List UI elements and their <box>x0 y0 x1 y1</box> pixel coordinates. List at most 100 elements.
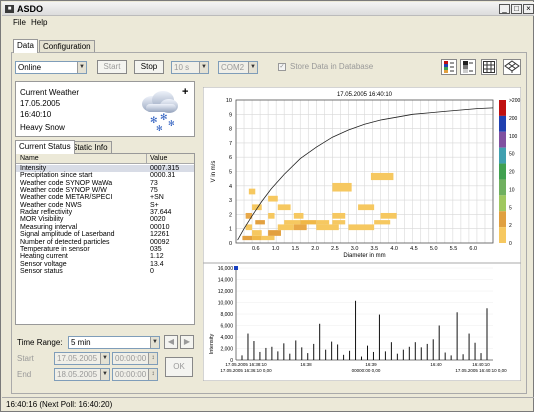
end-time-spinner[interactable]: 00:00:00 ↕ <box>112 368 158 381</box>
table-row[interactable]: Weather code SYNOP WaWa 73 <box>16 180 194 187</box>
colorbar-swatch <box>499 179 506 196</box>
port-select[interactable]: COM2 ▼ <box>218 61 258 74</box>
colorbar-swatch <box>499 115 506 132</box>
end-date-picker[interactable]: 18.05.2005 ▼ <box>54 368 110 381</box>
tab-data[interactable]: Data <box>13 39 38 53</box>
y-tick-label: 0 <box>229 241 232 247</box>
svg-text:✻: ✻ <box>168 119 175 128</box>
title-bar: ■ ASDO _ □ × <box>2 2 534 16</box>
status-row-name: Number of detected particles <box>20 238 110 246</box>
status-row-value: 0000.31 <box>150 172 176 180</box>
table-row[interactable]: MOR Visibility 0020 <box>16 216 194 223</box>
heatmap-cell <box>261 235 275 241</box>
column-header-value[interactable]: Value <box>150 155 167 162</box>
next-range-button[interactable]: ▶ <box>180 335 194 349</box>
interval-select[interactable]: 10 s ▼ <box>171 61 209 74</box>
column-divider[interactable] <box>146 154 147 164</box>
table-row[interactable]: Weather code NWS S+ <box>16 202 194 209</box>
status-row-value: +SN <box>150 194 164 202</box>
time-range-select[interactable]: 5 min ▼ <box>68 336 160 349</box>
heatmap-cell <box>374 220 391 225</box>
heatmap-cell <box>332 220 346 225</box>
ok-button[interactable]: OK <box>165 357 193 377</box>
table-row[interactable]: Intensity 0007.315 <box>16 165 194 173</box>
colorbar-label: >200 <box>509 98 520 104</box>
mode-select[interactable]: Online ▼ <box>15 61 87 74</box>
y-tick-label: 10,000 <box>218 301 234 307</box>
table-row[interactable]: Temperature in sensor 035 <box>16 246 194 253</box>
x-tick-label: 1.0 <box>272 246 280 252</box>
status-row-value: 035 <box>150 245 162 253</box>
table-row[interactable]: Precipitation since start 0000.31 <box>16 172 194 179</box>
status-row-name: Radar reflectivity <box>20 209 73 217</box>
colorbar-label: 100 <box>509 134 518 140</box>
table-row[interactable]: Weather code SYNOP W/W 75 <box>16 187 194 194</box>
x-tick-label: 2.0 <box>311 246 319 252</box>
x-tick-label: 6.0 <box>469 246 477 252</box>
table-row[interactable]: Signal amplitude of Laserband 12261 <box>16 231 194 238</box>
close-button[interactable]: × <box>523 4 534 14</box>
heatmap-cell <box>380 212 397 219</box>
status-row-value: S+ <box>150 201 159 209</box>
3d-view-icon[interactable] <box>503 59 521 75</box>
heatmap-cell <box>242 235 253 241</box>
stop-button[interactable]: Stop <box>134 60 164 74</box>
status-list-header: Name Value <box>16 154 194 164</box>
grid-view-icon[interactable] <box>481 59 497 75</box>
x-tick-label: 16:38 <box>300 362 312 367</box>
minimize-button[interactable]: _ <box>499 4 510 14</box>
x-axis-label: Diameter in mm <box>343 253 385 259</box>
tab-current-status[interactable]: Current Status <box>15 140 75 154</box>
y-tick-label: 2 <box>229 212 232 218</box>
previous-range-button[interactable]: ◀ <box>164 335 178 349</box>
colorbar-swatch <box>499 131 506 148</box>
weather-heading: Current Weather <box>20 88 79 97</box>
x-tick-sublabel: 17.05.2005 16:36:10 0,00 <box>220 368 272 373</box>
end-date-value: 18.05.2005 <box>57 370 98 379</box>
grayscale-icon[interactable] <box>460 59 476 75</box>
table-row[interactable]: Number of detected particles 00092 <box>16 239 194 246</box>
status-row-value: 37.644 <box>150 209 172 217</box>
chevron-down-icon: ▼ <box>100 353 109 364</box>
table-row[interactable]: Weather code METAR/SPECI +SN <box>16 194 194 201</box>
y-tick-label: 12,000 <box>218 289 234 295</box>
start-time-spinner[interactable]: 00:00:00 ↕ <box>112 352 158 365</box>
status-bar: 16:40:16 (Next Poll: 16:40:20) <box>2 397 534 411</box>
time-range-label: Time Range: <box>17 338 63 347</box>
colorbar-swatch <box>499 211 506 228</box>
chevron-right-icon: ▶ <box>183 337 191 346</box>
x-tick-label: 16:39 <box>365 362 377 367</box>
chevron-left-icon: ◀ <box>167 337 175 346</box>
table-row[interactable]: Sensor voltage 13.4 <box>16 261 194 268</box>
maximize-button[interactable]: □ <box>511 4 522 14</box>
y-tick-label: 14,000 <box>218 278 234 284</box>
spinner-arrows-icon: ↕ <box>148 369 157 380</box>
x-tick-label: 4.5 <box>410 246 418 252</box>
menu-help[interactable]: Help <box>31 17 47 28</box>
status-row-name: Measuring interval <box>20 223 78 231</box>
table-row[interactable]: Radar reflectivity 37.644 <box>16 209 194 216</box>
menu-file[interactable]: File <box>13 17 26 28</box>
status-row-value: 0020 <box>150 216 166 224</box>
heatmap-cell <box>277 224 294 231</box>
table-row[interactable]: Heating current 1.12 <box>16 253 194 260</box>
color-scale-icon[interactable] <box>441 59 457 75</box>
chevron-down-icon: ▼ <box>150 337 159 348</box>
start-date-value: 17.05.2005 <box>57 354 98 363</box>
start-button[interactable]: Start <box>97 60 127 74</box>
port-select-value: COM2 <box>221 63 245 72</box>
status-row-name: MOR Visibility <box>20 216 64 224</box>
column-header-name[interactable]: Name <box>20 155 39 162</box>
chevron-down-icon: ▼ <box>77 62 86 73</box>
table-row[interactable]: Measuring interval 00010 <box>16 224 194 231</box>
status-row-name: Weather code METAR/SPECI <box>20 194 113 202</box>
status-rows: Intensity 0007.315 Precipitation since sta… <box>16 165 194 315</box>
colorbar-label: 5 <box>509 205 512 211</box>
svg-text:✻: ✻ <box>156 124 163 133</box>
start-date-picker[interactable]: 17.05.2005 ▼ <box>54 352 110 365</box>
colorbar-label: 20 <box>509 170 515 176</box>
table-row[interactable]: Sensor status 0 <box>16 268 194 275</box>
app-logo-icon: ■ <box>5 5 14 13</box>
start-time-value: 00:00:00 <box>115 354 147 363</box>
store-data-checkbox[interactable]: ✓ <box>278 63 286 71</box>
